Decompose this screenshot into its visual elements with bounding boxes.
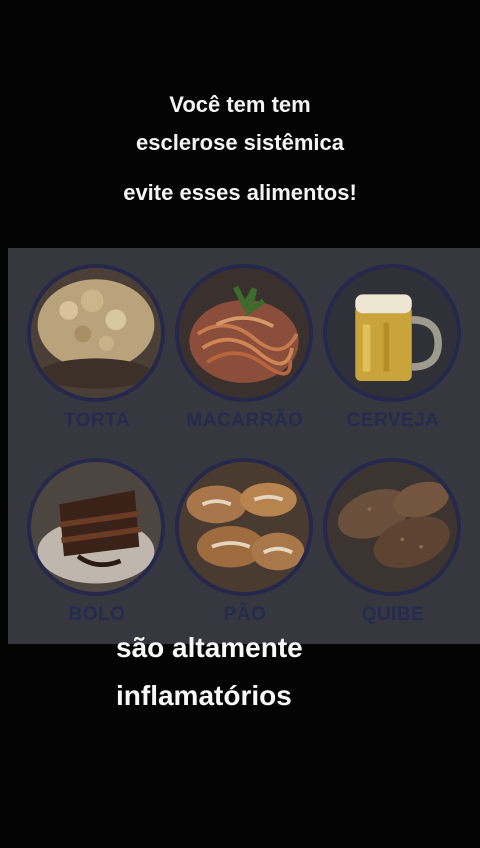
bottom-caption-line-1: são altamente (116, 632, 303, 663)
food-label: BOLO (68, 604, 126, 625)
food-label: MACARRÃO (186, 410, 304, 431)
food-label: QUIBE (361, 604, 425, 625)
pao-image (175, 458, 313, 596)
cerveja-image (323, 264, 461, 402)
food-label: CERVEJA (346, 410, 440, 431)
caption-line-1: Você tem tem (169, 92, 311, 117)
food-label: TORTA (63, 410, 131, 431)
bottom-caption-line-2: inflamatórios (116, 680, 292, 711)
caption-line-3: evite esses alimentos! (123, 180, 357, 205)
caption-line-2: esclerose sistêmica (136, 130, 344, 155)
food-label: PÃO (223, 604, 267, 625)
macarrao-image (175, 264, 313, 402)
quibe-image (323, 458, 461, 596)
food-grid: TORTA MACARRÃO CERVEJA BOLO PÃO QUIBE (8, 248, 480, 644)
torta-image (27, 264, 165, 402)
bolo-image (27, 458, 165, 596)
